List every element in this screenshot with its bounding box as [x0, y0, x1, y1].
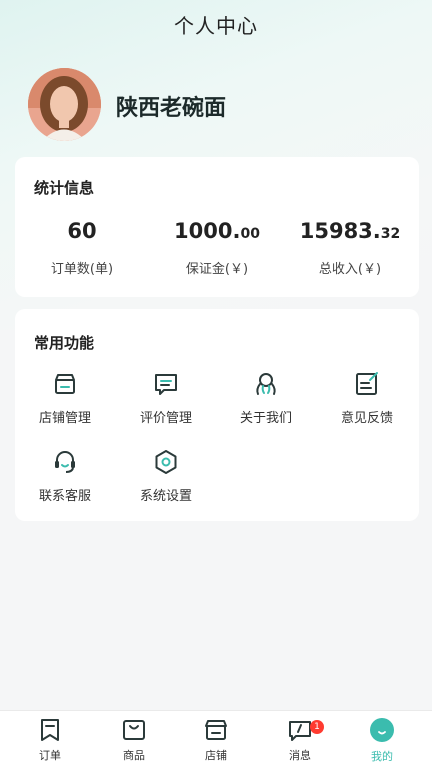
func-customer-service[interactable]: 联系客服 — [15, 449, 115, 504]
feedback-icon — [356, 372, 378, 395]
order-icon — [41, 719, 59, 741]
stat-label: 保证金(￥) — [185, 262, 249, 277]
user-name[interactable]: 陕西老碗面 — [116, 90, 226, 122]
func-label: 意见反馈 — [340, 411, 393, 426]
about-icon — [256, 373, 276, 395]
func-system-settings[interactable]: 系统设置 — [116, 449, 216, 504]
bottom-tab-bar: 订单 商品 店铺 1 消息 我的 — [0, 710, 432, 768]
tab-orders[interactable]: 订单 — [7, 717, 93, 763]
stat-label: 总收入(￥) — [318, 262, 382, 277]
func-label: 联系客服 — [38, 489, 91, 504]
stat-value: 60 — [67, 219, 97, 243]
tab-label: 商品 — [123, 749, 145, 762]
page-title: 个人中心 — [174, 14, 258, 38]
stat-label: 订单数(单) — [50, 262, 114, 277]
func-feedback[interactable]: 意见反馈 — [317, 371, 417, 426]
func-label: 系统设置 — [139, 489, 192, 504]
shop-icon — [205, 720, 227, 740]
func-label: 店铺管理 — [38, 411, 91, 426]
tab-label: 消息 — [289, 749, 311, 762]
stat-income[interactable]: 15983.32 总收入(￥) — [283, 219, 417, 277]
functions-title: 常用功能 — [34, 334, 95, 352]
tab-shop[interactable]: 店铺 — [173, 717, 259, 763]
tab-label: 订单 — [39, 749, 61, 762]
functions-card: 常用功能 店铺管理 评价管理 关于我们 意见反馈 联系客服 系统设置 — [15, 309, 419, 521]
avatar[interactable] — [28, 68, 101, 141]
me-icon — [369, 718, 395, 744]
headset-icon — [55, 451, 75, 473]
tab-label: 我的 — [371, 750, 393, 763]
stat-orders[interactable]: 60 订单数(单) — [15, 219, 149, 277]
goods-icon — [123, 720, 145, 740]
unread-badge: 1 — [310, 720, 324, 734]
stat-deposit[interactable]: 1000.00 保证金(￥) — [150, 219, 284, 277]
stats-card: 统计信息 60 订单数(单) 1000.00 保证金(￥) 15983.32 总… — [15, 157, 419, 297]
tab-messages[interactable]: 1 消息 — [257, 717, 343, 763]
store-icon — [55, 374, 75, 394]
stat-value: 1000.00 — [174, 219, 260, 243]
func-store-management[interactable]: 店铺管理 — [15, 371, 115, 426]
func-review-management[interactable]: 评价管理 — [116, 371, 216, 426]
func-about-us[interactable]: 关于我们 — [216, 371, 316, 426]
settings-icon — [155, 450, 177, 474]
stat-value: 15983.32 — [299, 219, 401, 243]
tab-me[interactable]: 我的 — [339, 717, 425, 764]
comment-icon — [155, 374, 177, 395]
avatar-image — [28, 68, 101, 141]
message-icon — [289, 721, 311, 741]
tab-goods[interactable]: 商品 — [91, 717, 177, 763]
func-label: 关于我们 — [239, 411, 292, 426]
tab-label: 店铺 — [205, 749, 227, 762]
func-label: 评价管理 — [139, 411, 192, 426]
stats-title: 统计信息 — [34, 179, 95, 197]
